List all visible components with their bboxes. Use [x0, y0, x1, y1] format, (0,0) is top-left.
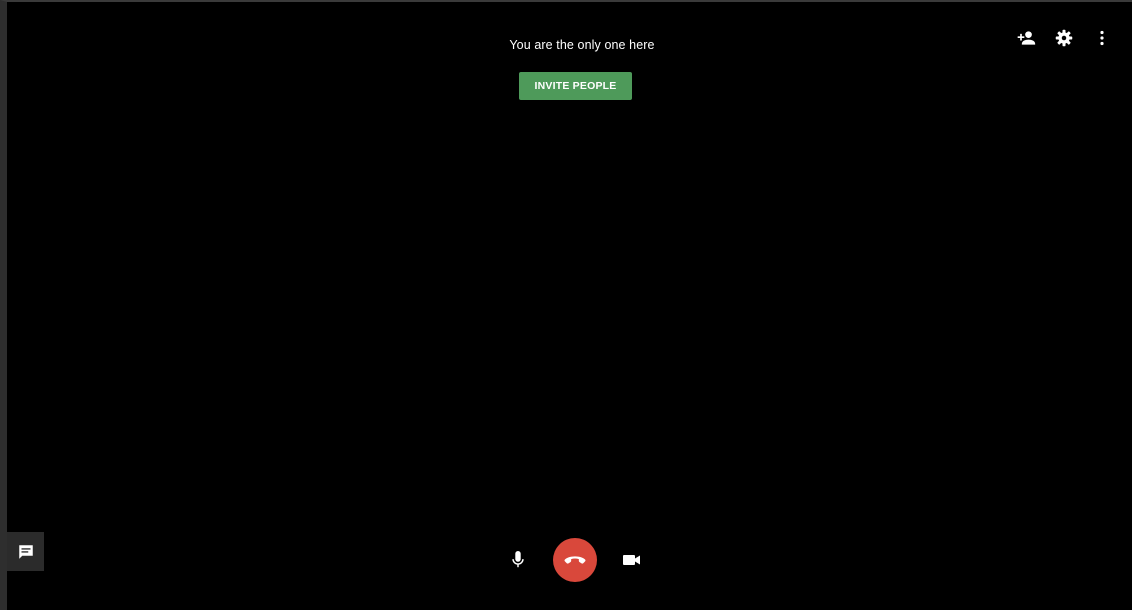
chat-icon — [17, 543, 35, 561]
settings-button[interactable] — [1052, 26, 1076, 50]
more-options-button[interactable] — [1090, 26, 1114, 50]
add-person-icon — [1016, 28, 1036, 48]
add-person-button[interactable] — [1014, 26, 1038, 50]
video-call-stage: You are the only one here INVITE PEOPLE — [0, 0, 1132, 610]
chat-toggle-button[interactable] — [7, 532, 44, 571]
video-camera-icon — [623, 554, 641, 566]
call-status-text: You are the only one here — [509, 38, 655, 52]
microphone-icon — [511, 551, 525, 569]
invite-people-button[interactable]: INVITE PEOPLE — [519, 72, 632, 100]
video-camera-button[interactable] — [620, 549, 644, 571]
more-vert-icon — [1099, 30, 1105, 46]
hang-up-icon — [564, 554, 586, 566]
hang-up-button[interactable] — [553, 538, 597, 582]
gear-icon — [1055, 29, 1073, 47]
microphone-button[interactable] — [507, 549, 529, 571]
